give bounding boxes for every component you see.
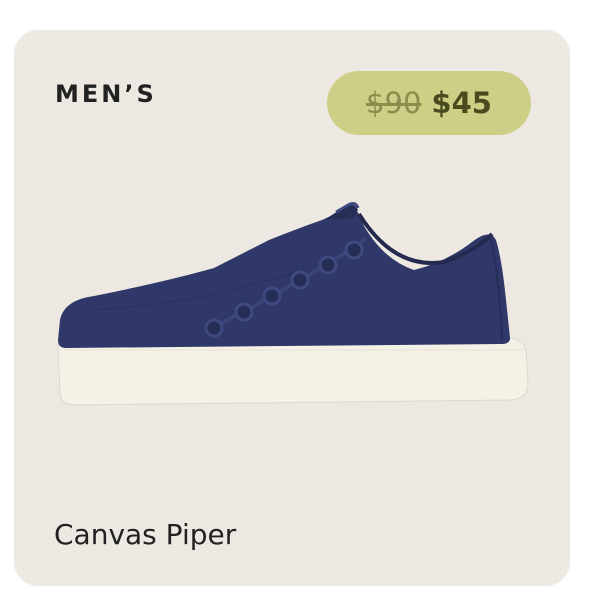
shoe-sole (57, 337, 529, 406)
price-badge: $90 $45 (327, 71, 531, 135)
gender-label: MEN’S (55, 80, 157, 108)
original-price: $90 (366, 86, 422, 120)
sneaker-image[interactable] (54, 200, 534, 420)
shoe-upper (58, 208, 510, 348)
product-name[interactable]: Canvas Piper (54, 518, 236, 551)
sale-price: $45 (431, 86, 492, 120)
product-card[interactable]: MEN’S $90 $45 Canvas Piper (14, 30, 570, 586)
